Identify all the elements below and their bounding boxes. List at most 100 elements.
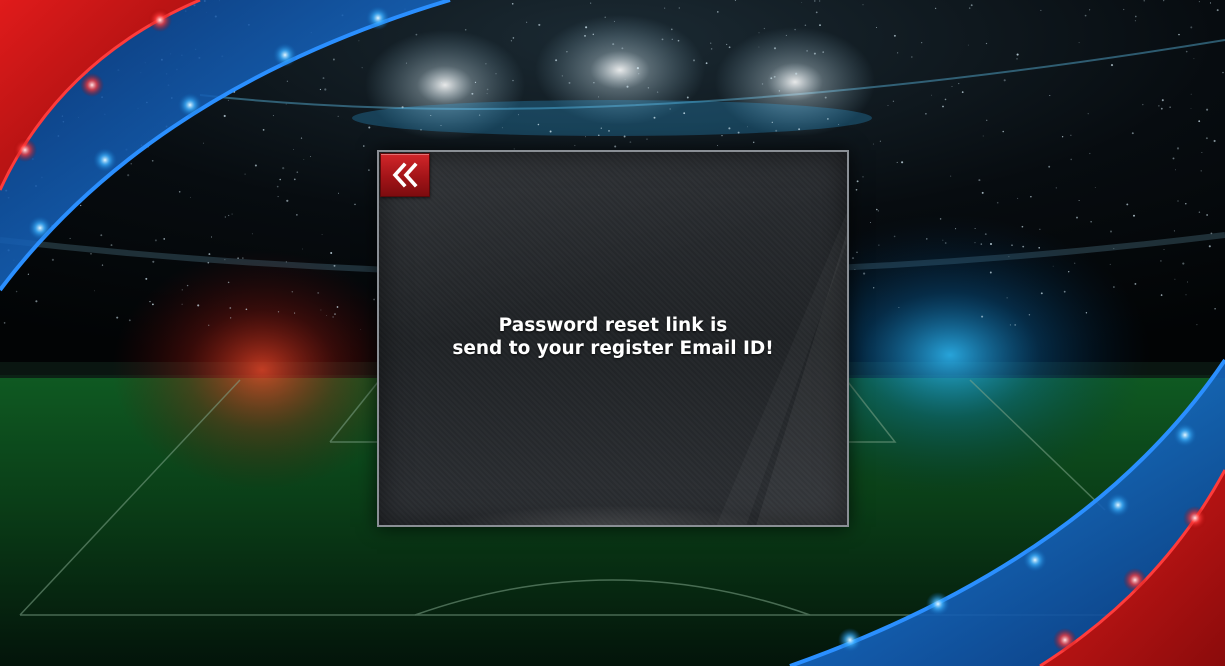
star-dot [197,304,200,307]
star-dot [90,252,92,255]
star-dot [1052,265,1054,267]
star-dot [228,214,230,217]
star-dot [181,303,183,305]
star-dot [1177,200,1179,202]
star-dot [401,106,404,109]
star-dot [1198,211,1201,213]
star-dot [801,2,803,3]
star-dot [863,272,866,275]
star-dot [296,171,299,173]
star-dot [598,134,600,137]
star-dot [254,164,257,167]
star-dot [910,56,913,58]
star-dot [561,75,563,77]
star-dot [1185,203,1187,205]
star-dot [207,324,210,327]
star-dot [930,94,932,96]
star-dot [230,317,232,319]
star-dot [944,98,947,101]
star-dot [242,257,244,259]
star-dot [100,234,103,237]
star-dot [1213,139,1216,143]
message-line-2: send to your register Email ID! [452,338,774,359]
star-dot [1185,294,1187,296]
star-dot [1187,281,1188,283]
star-dot [80,204,82,207]
star-dot [869,221,871,223]
star-dot [921,42,923,44]
star-dot [317,291,320,294]
star-dot [593,82,595,84]
star-dot [683,112,686,115]
star-dot [876,208,878,211]
star-dot [671,38,673,40]
star-dot [824,96,827,99]
star-dot [898,307,900,308]
star-dot [526,21,528,23]
star-dot [1216,9,1219,12]
star-dot [677,39,680,42]
star-dot [1134,15,1137,18]
star-dot [294,312,296,314]
star-dot [1142,103,1144,106]
star-dot [1070,158,1073,161]
star-dot [1078,200,1080,201]
star-dot [624,79,626,81]
star-dot [982,135,984,137]
star-dot [1134,20,1136,22]
star-dot [984,233,987,235]
star-dot [773,47,777,50]
star-dot [251,233,253,235]
star-dot [1174,278,1176,280]
star-dot [1003,79,1006,82]
star-dot [1206,214,1208,216]
star-dot [813,52,816,55]
star-dot [862,176,864,178]
star-dot [955,228,957,230]
star-dot [798,128,801,131]
star-dot [1078,42,1080,44]
star-dot [1160,260,1162,262]
star-dot [854,269,856,270]
star-dot [334,313,336,316]
star-dot [785,34,787,36]
star-dot [1016,53,1019,56]
star-dot [636,67,639,70]
star-dot [181,289,183,291]
star-dot [862,4,864,6]
star-dot [710,48,713,50]
star-dot [1061,136,1064,138]
star-dot [361,67,363,69]
star-dot [154,239,157,242]
star-dot [354,203,356,206]
star-dot [368,169,370,172]
star-dot [1182,262,1185,265]
star-dot [1214,308,1216,310]
star-dot [151,159,154,162]
back-button[interactable] [380,153,430,197]
star-dot [661,38,664,41]
star-dot [152,260,155,263]
star-dot [202,142,205,144]
star-dot [693,59,695,62]
star-dot [819,0,821,2]
star-dot [728,127,731,130]
star-dot [405,62,407,64]
star-dot [626,85,629,88]
star-dot [584,34,586,37]
star-dot [1030,195,1032,198]
star-dot [1089,9,1091,11]
star-dot [1190,93,1192,95]
star-dot [337,115,339,118]
star-dot [510,40,512,42]
star-dot [549,130,552,133]
star-dot [763,27,766,30]
star-dot [974,228,976,229]
star-dot [320,309,322,311]
star-dot [669,108,671,110]
star-dot [758,46,760,48]
star-dot [189,196,191,198]
star-dot [368,126,371,129]
star-dot [1209,2,1212,4]
star-dot [726,43,728,46]
